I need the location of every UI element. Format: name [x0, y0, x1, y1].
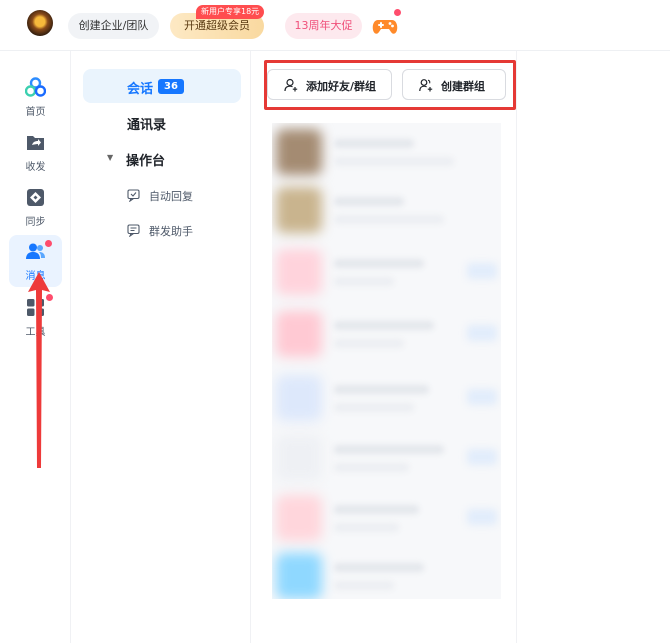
subnav-item-conversations[interactable]: 会话 36	[83, 69, 241, 103]
message-subnav: 会话 36 通讯录 ▼ 操作台 自动回复 群发助手	[71, 51, 251, 643]
anniversary-promo-button[interactable]: 13周年大促	[285, 13, 362, 39]
nav-item-home[interactable]: 首页	[9, 71, 62, 123]
list-item[interactable]	[272, 123, 501, 181]
subnav-item-auto-reply[interactable]: 自动回复	[127, 188, 227, 204]
nav-label-sync: 同步	[25, 217, 46, 228]
conversation-list	[272, 123, 501, 599]
list-item[interactable]	[272, 547, 501, 599]
nav-label-transfer: 收发	[25, 162, 46, 173]
list-item[interactable]	[272, 181, 501, 239]
users-icon	[26, 243, 45, 259]
sync-icon	[27, 189, 44, 206]
subnav-auto-reply-label: 自动回复	[149, 190, 193, 203]
subnav-group-send-label: 群发助手	[149, 225, 193, 238]
conversation-avatar	[276, 129, 322, 175]
home-icon	[25, 77, 46, 97]
subnav-item-workbench[interactable]: ▼ 操作台	[83, 141, 241, 175]
subnav-workbench-label: 操作台	[126, 154, 166, 169]
auto-reply-icon	[127, 189, 140, 202]
vip-promo-badge: 新用户专享18元	[196, 5, 265, 19]
transfer-icon	[27, 136, 44, 150]
unread-count-badge: 36	[158, 79, 184, 94]
list-item[interactable]	[272, 305, 501, 363]
gamepad-icon[interactable]	[372, 15, 398, 37]
list-item[interactable]	[272, 489, 501, 547]
nav-item-sync[interactable]: 同步	[9, 181, 62, 233]
list-item[interactable]	[272, 369, 501, 427]
list-item[interactable]	[272, 429, 501, 487]
conversation-avatar	[276, 375, 322, 421]
subnav-item-group-send[interactable]: 群发助手	[127, 223, 227, 239]
conversation-avatar	[276, 187, 322, 233]
subnav-contacts-label: 通讯录	[127, 118, 167, 133]
create-team-button[interactable]: 创建企业/团队	[68, 13, 159, 39]
subnav-item-contacts[interactable]: 通讯录	[83, 105, 241, 139]
group-send-icon	[127, 224, 140, 237]
conversation-avatar	[276, 495, 322, 541]
conversation-avatar	[276, 435, 322, 481]
subnav-conversations-label: 会话	[127, 82, 154, 97]
nav-item-transfer[interactable]: 收发	[9, 126, 62, 178]
conversation-avatar	[276, 249, 322, 295]
caret-down-icon: ▼	[107, 153, 114, 162]
conversation-avatar	[276, 553, 322, 599]
top-bar: 创建企业/团队 开通超级会员 新用户专享18元 13周年大促	[0, 0, 670, 51]
list-item[interactable]	[272, 243, 501, 301]
conversation-avatar	[276, 311, 322, 357]
annotation-highlight-box	[264, 60, 516, 110]
user-avatar[interactable]	[27, 10, 53, 36]
gamepad-notification-dot	[394, 9, 401, 16]
nav-label-home: 首页	[25, 107, 46, 118]
annotation-arrow	[28, 272, 50, 468]
messages-notification-dot	[45, 240, 52, 247]
